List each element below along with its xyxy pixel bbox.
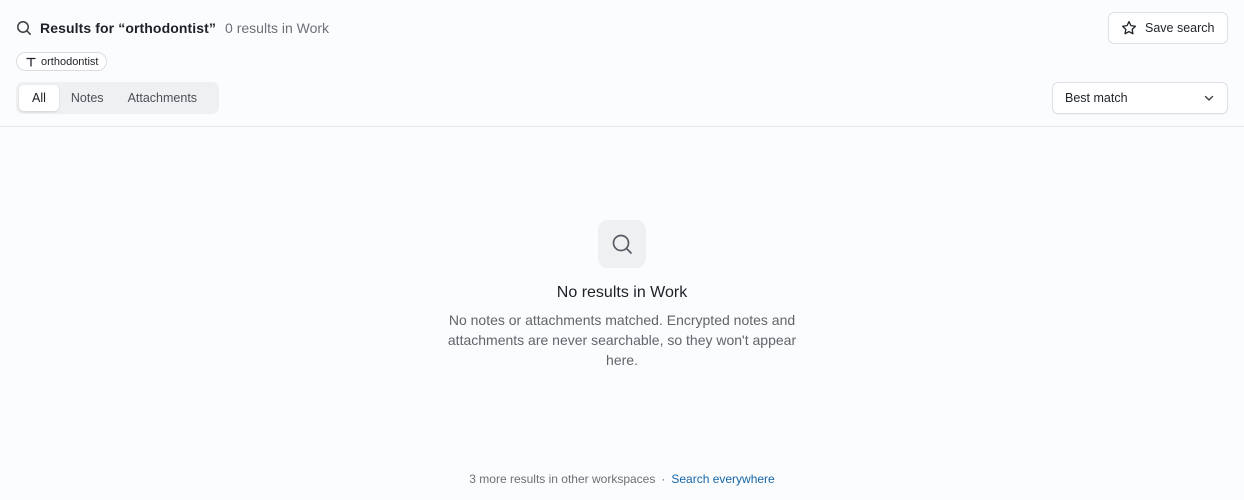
footer-note: 3 more results in other workspaces · Searc… [0, 472, 1244, 486]
empty-state: No results in Work No notes or attachmen… [0, 220, 1244, 370]
sort-value: Best match [1065, 91, 1128, 105]
chevron-down-icon [1203, 92, 1215, 104]
text-icon [26, 57, 36, 67]
save-search-button[interactable]: Save search [1108, 12, 1228, 44]
filter-tabs: All Notes Attachments [16, 82, 219, 114]
query-chip[interactable]: orthodontist [16, 52, 108, 71]
sort-select[interactable]: Best match [1052, 82, 1228, 114]
tab-notes[interactable]: Notes [59, 85, 116, 111]
tab-all[interactable]: All [19, 85, 59, 111]
results-count: 0 results in Work [225, 20, 330, 36]
footer-separator: · [661, 472, 666, 486]
save-search-label: Save search [1145, 21, 1215, 35]
chip-label: orthodontist [41, 55, 99, 68]
empty-description: No notes or attachments matched. Encrypt… [447, 312, 797, 368]
empty-search-icon [598, 220, 646, 268]
footer-text: 3 more results in other workspaces [469, 472, 656, 486]
tab-attachments[interactable]: Attachments [116, 85, 209, 111]
search-icon [16, 20, 32, 36]
star-icon [1121, 20, 1137, 36]
empty-title: No results in Work [556, 284, 688, 301]
search-everywhere-link[interactable]: Search everywhere [671, 472, 774, 486]
search-results-page: Results for “orthodontist” 0 results in … [0, 0, 1244, 500]
page-title: Results for “orthodontist” [40, 20, 217, 36]
results-header: Results for “orthodontist” 0 results in … [0, 0, 1244, 127]
title-row: Results for “orthodontist” 0 results in … [16, 18, 329, 38]
